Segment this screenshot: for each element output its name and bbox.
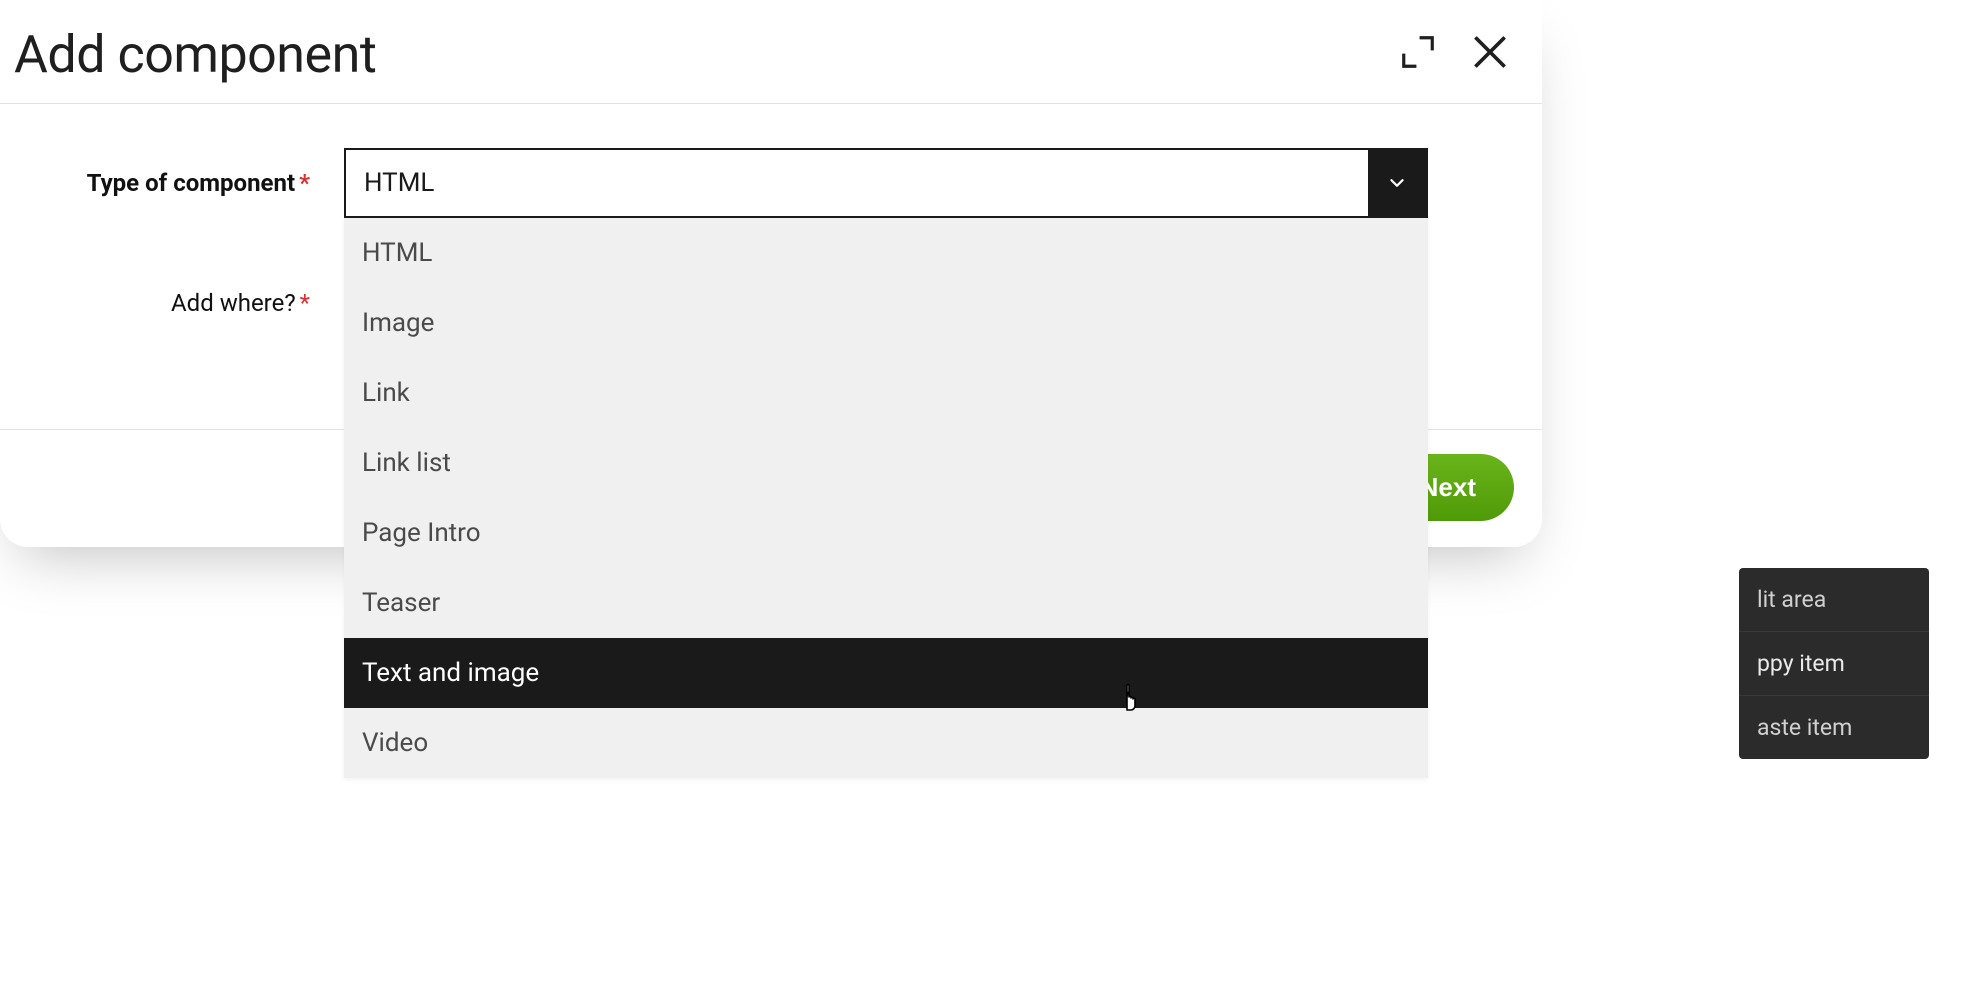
dropdown-option-teaser[interactable]: Teaser	[344, 568, 1428, 638]
type-of-component-label: Type of component*	[40, 169, 310, 197]
chevron-down-icon[interactable]	[1368, 150, 1426, 216]
form-row-type: Type of component* HTML	[40, 148, 1502, 218]
select-value[interactable]: HTML	[346, 150, 1368, 216]
close-icon[interactable]	[1468, 30, 1512, 74]
dropdown-option-image[interactable]: Image	[344, 288, 1428, 358]
context-menu-item-copy[interactable]: ppy item	[1739, 632, 1929, 696]
dropdown-option-page-intro[interactable]: Page Intro	[344, 498, 1428, 568]
dropdown-option-html[interactable]: HTML	[344, 218, 1428, 288]
add-where-label: Add where?*	[40, 289, 310, 317]
dropdown-option-link-list[interactable]: Link list	[344, 428, 1428, 498]
type-dropdown-list[interactable]: HTML Image Link Link list Page Intro Tea…	[344, 218, 1428, 778]
required-asterisk: *	[299, 169, 310, 197]
type-of-component-select[interactable]: HTML	[344, 148, 1428, 218]
dropdown-option-text-and-image[interactable]: Text and image	[344, 638, 1428, 708]
required-asterisk: *	[300, 289, 310, 317]
dropdown-option-video[interactable]: Video	[344, 708, 1428, 778]
label-text: Add where?	[171, 289, 296, 317]
label-text: Type of component	[87, 169, 295, 197]
context-menu[interactable]: lit area ppy item aste item	[1739, 568, 1929, 759]
dialog-title: Add component	[14, 18, 376, 85]
context-menu-item-edit-area[interactable]: lit area	[1739, 568, 1929, 632]
dropdown-option-link[interactable]: Link	[344, 358, 1428, 428]
dialog-header-actions	[1396, 30, 1512, 74]
dialog-header: Add component	[0, 0, 1542, 104]
context-menu-item-paste[interactable]: aste item	[1739, 696, 1929, 759]
fullscreen-icon[interactable]	[1396, 30, 1440, 74]
